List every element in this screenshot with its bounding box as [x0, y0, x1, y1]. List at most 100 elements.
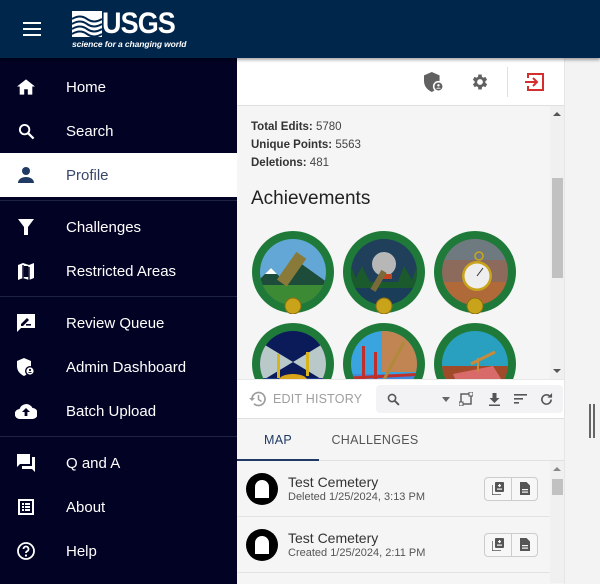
- tombstone-icon: [255, 479, 269, 498]
- view-copies-button[interactable]: [485, 478, 511, 500]
- cemetery-avatar: [246, 472, 278, 505]
- sort-button[interactable]: [506, 394, 534, 404]
- edit-history-button[interactable]: EDIT HISTORY: [249, 390, 362, 408]
- sidebar-item-admin-dashboard[interactable]: Admin Dashboard: [0, 345, 237, 389]
- edit-history-tools: [376, 385, 564, 413]
- rate-review-icon: [17, 314, 35, 332]
- panel-resize-handle[interactable]: [589, 404, 595, 438]
- panel-toolbar: [237, 58, 564, 106]
- sidebar-item-label: Review Queue: [66, 314, 165, 332]
- sidebar-item-review-queue[interactable]: Review Queue: [0, 301, 237, 345]
- admin-shield-icon: [424, 71, 444, 92]
- logo-text: USGS: [102, 6, 176, 40]
- refresh-icon: [540, 392, 552, 405]
- logout-icon: [525, 72, 544, 91]
- toolbar-separator: [507, 66, 508, 97]
- app-header: USGS science for a changing world: [0, 0, 600, 58]
- history-item-title: Test Cemetery: [288, 530, 379, 546]
- stat-total-edits: Total Edits: 5780: [251, 121, 342, 133]
- badge-stadia-board[interactable]: [342, 322, 426, 379]
- sidebar-item-help[interactable]: Help: [0, 529, 237, 573]
- logout-button[interactable]: [512, 58, 558, 106]
- scroll-down-arrow[interactable]: [553, 369, 561, 373]
- edit-history-bar: EDIT HISTORY: [237, 379, 564, 419]
- user-stats: Total Edits: 5780 Unique Points: 5563 De…: [237, 106, 564, 172]
- view-details-button[interactable]: [511, 533, 537, 556]
- sidebar-item-label: Admin Dashboard: [66, 358, 187, 376]
- admin-shield-icon: [17, 358, 35, 376]
- scroll-up-arrow[interactable]: [553, 467, 561, 471]
- profile-stats-pane: Total Edits: 5780 Unique Points: 5563 De…: [237, 106, 564, 379]
- settings-gear-icon: [472, 74, 488, 89]
- sidebar-item-label: About: [66, 498, 106, 516]
- sidebar-item-batch-upload[interactable]: Batch Upload: [0, 389, 237, 433]
- scroll-thumb[interactable]: [552, 178, 563, 278]
- download-button[interactable]: [482, 392, 506, 406]
- sidebar-divider: [0, 296, 237, 297]
- filter-icon: [18, 219, 34, 235]
- search-icon: [387, 393, 400, 406]
- history-list: Test Cemetery Deleted 1/25/2024, 3:13 PM…: [237, 461, 564, 583]
- sidebar-item-challenges[interactable]: Challenges: [0, 205, 237, 249]
- sidebar-item-about[interactable]: About: [0, 485, 237, 529]
- menu-button[interactable]: [0, 0, 64, 58]
- refresh-button[interactable]: [534, 392, 558, 406]
- achievement-badges: [251, 230, 564, 379]
- scroll-thumb[interactable]: [552, 479, 563, 495]
- history-search-button[interactable]: [376, 393, 410, 406]
- map-icon: [18, 262, 34, 280]
- tab-challenges[interactable]: CHALLENGES: [319, 419, 431, 460]
- usgs-logo[interactable]: USGS science for a changing world: [72, 6, 187, 49]
- settings-button[interactable]: [457, 58, 503, 106]
- list-item[interactable]: Test Cemetery Created 1/25/2024, 2:11 PM: [237, 517, 550, 573]
- badge-steel-tape[interactable]: [342, 230, 426, 315]
- tab-map[interactable]: MAP: [237, 419, 319, 461]
- sidebar-item-label: Profile: [66, 166, 109, 184]
- list-alt-icon: [18, 499, 34, 515]
- history-scrollbar[interactable]: [550, 461, 564, 583]
- bounding-box-button[interactable]: [450, 392, 482, 406]
- badge-alidade-alliance[interactable]: [433, 322, 517, 379]
- badge-surveyors-chain[interactable]: [251, 230, 335, 315]
- home-icon: [17, 79, 35, 95]
- history-item-subtitle: Created 1/25/2024, 2:11 PM: [288, 547, 426, 559]
- sidebar-item-search[interactable]: Search: [0, 109, 237, 153]
- sidebar-item-label: Restricted Areas: [66, 262, 177, 280]
- history-filter-dropdown[interactable]: [410, 396, 451, 402]
- achievements-scrollbar[interactable]: [550, 106, 564, 379]
- history-item-subtitle: Deleted 1/25/2024, 3:13 PM: [288, 491, 425, 503]
- list-item[interactable]: Test Cemetery Deleted 1/25/2024, 3:13 PM: [237, 461, 550, 517]
- sidebar-item-label: Help: [66, 542, 97, 560]
- sidebar-item-restricted-areas[interactable]: Restricted Areas: [0, 249, 237, 293]
- copy-document-icon: [492, 482, 504, 495]
- badge-pedometer-posse[interactable]: [433, 230, 517, 315]
- profile-panel: Total Edits: 5780 Unique Points: 5563 De…: [237, 58, 564, 584]
- hamburger-menu-icon: [23, 22, 41, 36]
- dropdown-arrow-icon: [442, 396, 451, 402]
- sidebar-divider: [0, 436, 237, 437]
- sidebar-item-home[interactable]: Home: [0, 65, 237, 109]
- admin-button[interactable]: [411, 58, 457, 106]
- copy-document-icon: [492, 538, 504, 551]
- tombstone-icon: [255, 535, 269, 554]
- person-icon: [18, 167, 34, 183]
- download-icon: [488, 392, 500, 406]
- cloud-upload-icon: [15, 404, 37, 419]
- sidebar-divider: [0, 200, 237, 201]
- view-copies-button[interactable]: [485, 534, 511, 556]
- document-icon: [519, 482, 530, 495]
- view-details-button[interactable]: [511, 477, 537, 500]
- logo-tagline: science for a changing world: [72, 38, 187, 49]
- sort-icon: [513, 394, 527, 404]
- sidebar-nav: Home Search Profile Challenges Restricte…: [0, 58, 237, 584]
- document-icon: [519, 538, 530, 551]
- usgs-wave-icon: [72, 10, 102, 37]
- scroll-up-arrow[interactable]: [553, 112, 561, 116]
- stat-unique-points: Unique Points: 5563: [251, 139, 361, 151]
- badge-surveyors-compass[interactable]: [251, 322, 335, 379]
- forum-icon: [17, 454, 35, 472]
- cemetery-avatar: [246, 528, 278, 561]
- sidebar-item-q-and-a[interactable]: Q and A: [0, 441, 237, 485]
- sidebar-item-profile[interactable]: Profile: [0, 153, 237, 197]
- map-area[interactable]: [564, 58, 600, 584]
